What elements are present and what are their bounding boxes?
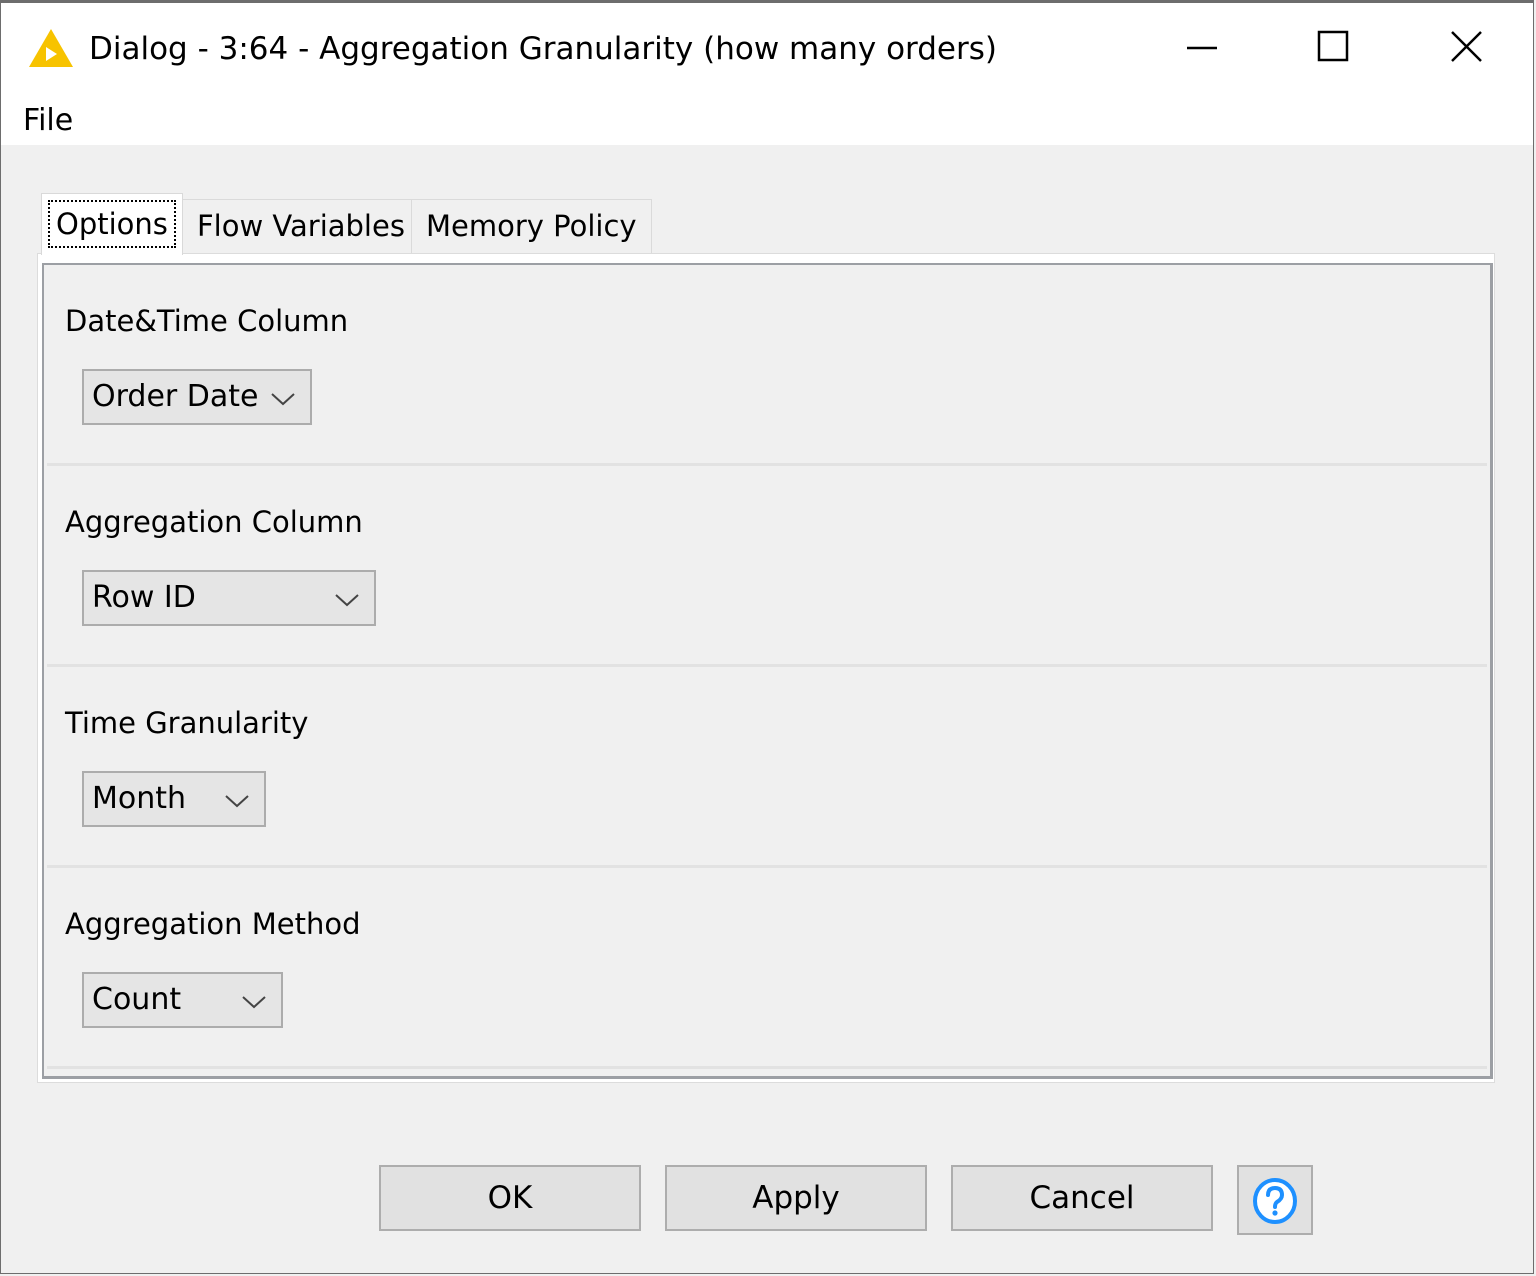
tab-flow-variables[interactable]: Flow Variables [182, 199, 420, 253]
knime-warning-triangle-icon [29, 29, 73, 67]
apply-button[interactable]: Apply [665, 1165, 927, 1231]
section-aggregation-method: Aggregation Method Count [47, 868, 1487, 1069]
chevron-down-icon [271, 393, 295, 406]
maximize-button[interactable] [1303, 21, 1363, 73]
aggregation-method-label: Aggregation Method [65, 907, 361, 941]
close-icon [1451, 31, 1482, 62]
datetime-column-value: Order Date [92, 379, 259, 414]
section-aggregation-column: Aggregation Column Row ID [47, 466, 1487, 667]
time-granularity-value: Month [92, 781, 187, 816]
options-panel: Date&Time Column Order Date Aggregation … [42, 263, 1493, 1079]
chevron-down-icon [335, 594, 359, 607]
cancel-button[interactable]: Cancel [951, 1165, 1213, 1231]
aggregation-column-label: Aggregation Column [65, 505, 363, 539]
close-button[interactable] [1437, 21, 1497, 73]
title-bar[interactable]: Dialog - 3:64 - Aggregation Granularity … [1, 3, 1533, 93]
aggregation-column-value: Row ID [92, 580, 196, 615]
tab-flow-variables-label: Flow Variables [197, 209, 405, 243]
tab-options[interactable]: Options [41, 193, 183, 255]
section-time-granularity: Time Granularity Month [47, 667, 1487, 868]
maximize-icon [1317, 30, 1349, 62]
window-title: Dialog - 3:64 - Aggregation Granularity … [89, 31, 997, 67]
time-granularity-label: Time Granularity [65, 706, 309, 740]
tab-options-label: Options [48, 200, 176, 248]
aggregation-column-dropdown[interactable]: Row ID [82, 570, 376, 626]
help-button[interactable] [1237, 1165, 1313, 1235]
aggregation-method-dropdown[interactable]: Count [82, 972, 283, 1028]
datetime-column-dropdown[interactable]: Order Date [82, 369, 312, 425]
aggregation-method-value: Count [92, 982, 182, 1017]
section-datetime-column: Date&Time Column Order Date [47, 265, 1487, 466]
dialog-window: Dialog - 3:64 - Aggregation Granularity … [0, 0, 1534, 1274]
chevron-down-icon [242, 996, 266, 1009]
menu-file[interactable]: File [23, 101, 73, 141]
datetime-column-label: Date&Time Column [65, 304, 349, 338]
minimize-icon [1187, 46, 1217, 50]
help-question-icon [1253, 1178, 1297, 1224]
minimize-button[interactable] [1171, 21, 1231, 73]
time-granularity-dropdown[interactable]: Month [82, 771, 266, 827]
tab-memory-policy-label: Memory Policy [426, 209, 637, 243]
chevron-down-icon [225, 795, 249, 808]
ok-button[interactable]: OK [379, 1165, 641, 1231]
menu-bar: File [1, 93, 1533, 145]
tab-memory-policy[interactable]: Memory Policy [411, 199, 652, 253]
